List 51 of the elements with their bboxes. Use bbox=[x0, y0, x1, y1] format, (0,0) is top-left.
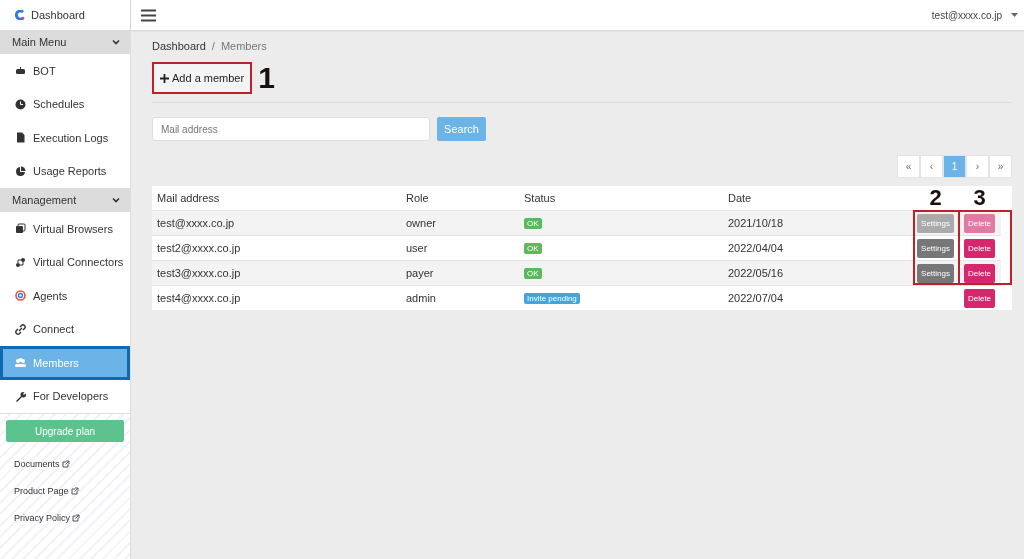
table-cell: 2021/10/18 bbox=[723, 210, 913, 235]
annotation-number: 1 bbox=[258, 63, 275, 93]
delete-button[interactable]: Delete bbox=[963, 263, 996, 283]
table-cell: owner bbox=[401, 210, 519, 235]
pagination-button[interactable]: « bbox=[897, 155, 920, 178]
external-link[interactable]: Privacy Policy bbox=[6, 504, 80, 531]
table-cell: 2022/05/16 bbox=[723, 260, 913, 285]
breadcrumb-link[interactable]: Dashboard bbox=[152, 40, 206, 54]
breadcrumb-separator: / bbox=[211, 40, 215, 54]
caret-icon bbox=[1011, 13, 1018, 17]
status-badge: OK bbox=[524, 242, 542, 254]
status-badge: OK bbox=[524, 217, 542, 229]
breadcrumb-current: Members bbox=[220, 40, 267, 54]
sidebar-item[interactable]: Schedules bbox=[0, 87, 130, 121]
plus-icon bbox=[160, 73, 169, 83]
settings-button[interactable]: Settings bbox=[917, 263, 954, 283]
sidebar-item[interactable]: Agents bbox=[0, 279, 130, 313]
table-cell: payer bbox=[401, 260, 519, 285]
status-badge: Invite pending bbox=[524, 292, 580, 304]
sidebar-item[interactable]: Execution Logs bbox=[0, 121, 130, 155]
sidebar-item[interactable]: For Developers bbox=[0, 379, 130, 413]
user-menu[interactable]: test@xxxx.co.jp bbox=[931, 9, 1018, 21]
search-field[interactable]: Mail address bbox=[152, 117, 430, 141]
add-member-button[interactable]: Add a member bbox=[154, 64, 251, 92]
external-link-icon bbox=[72, 513, 80, 522]
sidebar-item[interactable]: Usage Reports bbox=[0, 154, 130, 188]
external-link[interactable]: Documents bbox=[6, 450, 70, 477]
sidebar-item[interactable]: Connect bbox=[0, 312, 130, 346]
sidebar-item[interactable]: Dashboard bbox=[0, 0, 130, 30]
sidebar-item[interactable]: Virtual Browsers bbox=[0, 212, 130, 246]
table-cell: test@xxxx.co.jp bbox=[152, 210, 401, 235]
menu-section-header[interactable]: Main Menu bbox=[0, 30, 130, 54]
logo-icon bbox=[15, 10, 25, 20]
pagination-button[interactable]: ‹ bbox=[920, 155, 943, 178]
status-badge: OK bbox=[524, 267, 542, 279]
external-link-icon bbox=[61, 459, 70, 468]
chevron-icon bbox=[112, 197, 120, 203]
delete-button[interactable]: Delete bbox=[963, 238, 996, 258]
delete-button[interactable]: Delete bbox=[963, 288, 996, 308]
settings-button[interactable]: Settings bbox=[917, 238, 954, 258]
table-cell: test3@xxxx.co.jp bbox=[152, 260, 401, 285]
sidebar-item[interactable]: Virtual Connectors bbox=[0, 245, 130, 279]
annotation-number: 3 bbox=[973, 187, 986, 209]
external-link-icon bbox=[70, 486, 79, 495]
sidebar-item[interactable]: BOT bbox=[0, 54, 130, 88]
external-link[interactable]: Product Page bbox=[6, 477, 79, 504]
pagination-button[interactable]: › bbox=[966, 155, 989, 178]
annotation-number: 2 bbox=[929, 187, 942, 209]
chevron-icon bbox=[112, 39, 120, 45]
pagination-button[interactable]: » bbox=[989, 155, 1012, 178]
menu-section-header[interactable]: Management bbox=[0, 188, 130, 212]
